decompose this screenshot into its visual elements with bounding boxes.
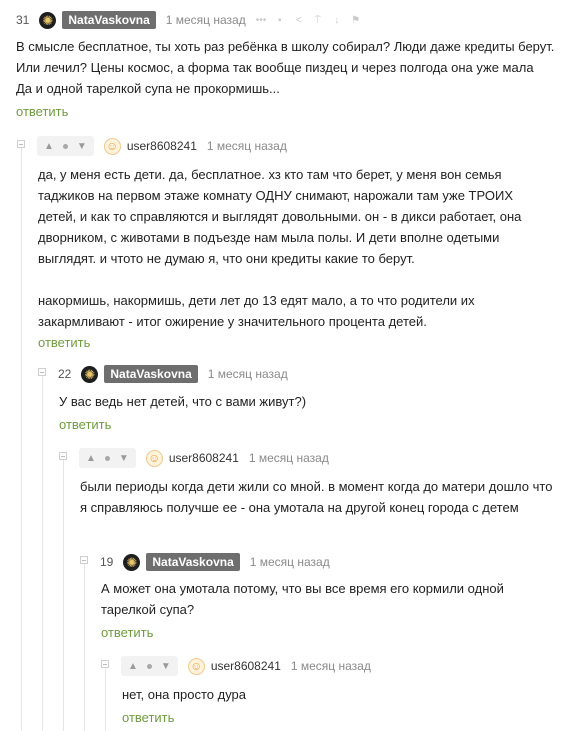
- author-name[interactable]: NataVaskovna: [146, 553, 240, 571]
- avatar[interactable]: [81, 365, 99, 383]
- rating-hidden-dot: [104, 455, 110, 461]
- comment-time[interactable]: 1 месяц назад: [249, 451, 329, 465]
- thread-line: [42, 368, 43, 731]
- comment-header: ▲ ▼ user8608241 1 месяц назад: [79, 448, 329, 468]
- thread-line: [21, 140, 22, 731]
- comment-paragraph: накормишь, накормишь, дети лет до 13 едя…: [38, 293, 475, 329]
- save-icon[interactable]: ▪: [275, 15, 285, 26]
- comment-text: В смысле бесплатное, ты хоть раз ребёнка…: [16, 36, 556, 99]
- upvote-icon[interactable]: ▲: [86, 453, 96, 464]
- comment-time[interactable]: 1 месяц назад: [207, 139, 287, 153]
- comment-paragraph: были периоды когда дети жили со мной. в …: [80, 479, 553, 515]
- comment-text: У вас ведь нет детей, что с вами живут?): [59, 391, 549, 412]
- avatar[interactable]: [145, 449, 163, 467]
- rating-hidden-dot: [146, 663, 152, 669]
- rating-value: 31: [16, 13, 30, 27]
- thread-line: [105, 660, 106, 731]
- author-name[interactable]: NataVaskovna: [104, 365, 198, 383]
- more-options-icon[interactable]: •••: [256, 15, 267, 26]
- rating-hidden-dot: [62, 143, 68, 149]
- comment-time[interactable]: 1 месяц назад: [291, 659, 371, 673]
- thread-line: [63, 452, 64, 731]
- comment-text: были периоды когда дети жили со мной. в …: [80, 476, 555, 518]
- comment-actions: ••• ▪ < ⍑ ↓ ⚑: [256, 15, 361, 26]
- collapse-toggle[interactable]: [59, 452, 67, 460]
- share-icon[interactable]: <: [294, 15, 304, 26]
- comment-paragraph: У вас ведь нет детей, что с вами живут?): [59, 394, 307, 409]
- vote-box: ▲ ▼: [79, 448, 136, 468]
- downvote-icon[interactable]: ▼: [161, 661, 171, 672]
- comment-header: ▲ ▼ user8608241 1 месяц назад: [37, 136, 287, 156]
- comment-time[interactable]: 1 месяц назад: [166, 13, 246, 27]
- thread-line: [84, 556, 85, 731]
- comment-paragraph: А может она умотала потому, что вы все в…: [101, 581, 504, 617]
- rating-value: 22: [58, 367, 72, 381]
- comment-text: да, у меня есть дети. да, бесплатное. хз…: [38, 164, 548, 332]
- comment-header: ▲ ▼ user8608241 1 месяц назад: [121, 656, 371, 676]
- vote-box: ▲ ▼: [37, 136, 94, 156]
- avatar[interactable]: [103, 137, 121, 155]
- comment-header: 22 NataVaskovna 1 месяц назад: [58, 364, 288, 384]
- comment-time[interactable]: 1 месяц назад: [250, 555, 330, 569]
- author-name[interactable]: user8608241: [127, 139, 197, 153]
- vote-box: ▲ ▼: [121, 656, 178, 676]
- collapse-toggle[interactable]: [80, 556, 88, 564]
- comment-text: нет, она просто дура: [122, 684, 552, 705]
- upvote-icon[interactable]: ▲: [128, 661, 138, 672]
- comment-paragraph: Или лечил? Цены космос, а форма так вооб…: [16, 60, 534, 75]
- downvote-icon[interactable]: ▼: [119, 453, 129, 464]
- report-flag-icon[interactable]: ⚑: [351, 15, 361, 26]
- comment-header: 19 NataVaskovna 1 месяц назад: [100, 552, 330, 572]
- reply-link[interactable]: ответить: [101, 625, 153, 640]
- reply-link[interactable]: ответить: [122, 710, 174, 725]
- comment-paragraph: В смысле бесплатное, ты хоть раз ребёнка…: [16, 39, 555, 54]
- comment-header: 31 NataVaskovna 1 месяц назад ••• ▪ < ⍑ …: [16, 10, 361, 30]
- upvote-icon[interactable]: ▲: [44, 141, 54, 152]
- reply-link[interactable]: ответить: [38, 335, 90, 350]
- collapse-toggle[interactable]: [17, 140, 25, 148]
- author-name[interactable]: NataVaskovna: [62, 11, 156, 29]
- comment-time[interactable]: 1 месяц назад: [208, 367, 288, 381]
- collapse-up-icon[interactable]: ⍑: [313, 15, 323, 26]
- avatar[interactable]: [123, 553, 141, 571]
- avatar[interactable]: [187, 657, 205, 675]
- reply-link[interactable]: ответить: [59, 417, 111, 432]
- comment-text: А может она умотала потому, что вы все в…: [101, 578, 511, 620]
- comment-paragraph: да, у меня есть дети. да, бесплатное. хз…: [38, 167, 522, 266]
- downvote-icon[interactable]: ▼: [77, 141, 87, 152]
- collapse-toggle[interactable]: [38, 368, 46, 376]
- collapse-toggle[interactable]: [101, 660, 109, 668]
- author-name[interactable]: user8608241: [211, 659, 281, 673]
- reply-link[interactable]: ответить: [16, 104, 68, 119]
- rating-value: 19: [100, 555, 114, 569]
- comment-paragraph: нет, она просто дура: [122, 687, 247, 702]
- thread-icon[interactable]: ↓: [332, 15, 342, 26]
- author-name[interactable]: user8608241: [169, 451, 239, 465]
- avatar[interactable]: [39, 11, 57, 29]
- comment-paragraph: Да и одной тарелкой супа не прокормишь..…: [16, 81, 280, 96]
